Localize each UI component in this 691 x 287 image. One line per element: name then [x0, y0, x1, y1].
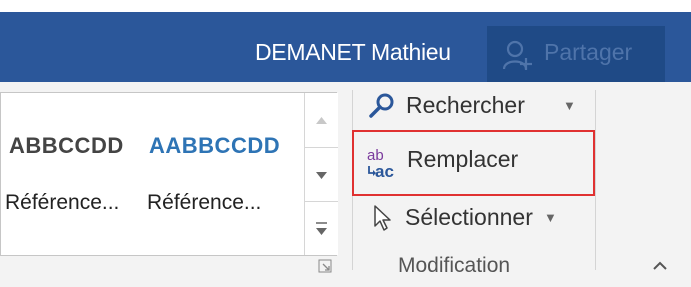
gallery-scrollbar — [304, 93, 338, 255]
triangle-down-icon — [316, 172, 327, 179]
gallery-more-button[interactable] — [305, 201, 338, 256]
styles-gallery: ABBCCDD Référence... AABBCCDD Référence.… — [0, 92, 338, 256]
find-button[interactable]: Rechercher ▼ — [368, 88, 590, 128]
find-label: Rechercher — [406, 92, 525, 118]
title-bar: DEMANET Mathieu Partager — [0, 0, 691, 83]
cursor-arrow-icon — [374, 205, 391, 231]
select-label: Sélectionner — [405, 204, 533, 230]
triangle-up-icon — [316, 117, 327, 124]
search-icon — [369, 93, 394, 118]
style-caption: Référence... — [5, 191, 120, 214]
group-divider — [595, 90, 596, 270]
select-button[interactable]: Sélectionner ▼ — [368, 200, 598, 240]
person-add-icon — [503, 40, 532, 70]
replace-icon: ab ac — [367, 147, 394, 180]
replace-button[interactable]: ab ac Remplacer — [352, 130, 595, 196]
more-dropdown-icon — [316, 222, 327, 235]
svg-text:ac: ac — [375, 162, 394, 180]
group-label: Modification — [398, 254, 511, 277]
share-label: Partager — [544, 39, 633, 65]
style-caption: Référence... — [147, 191, 262, 214]
style-preview: AABBCCDD — [149, 133, 281, 158]
style-preview: ABBCCDD — [9, 133, 124, 158]
account-name[interactable]: DEMANET Mathieu — [255, 39, 451, 66]
gallery-scroll-down-button[interactable] — [305, 147, 338, 202]
share-button[interactable]: Partager — [487, 26, 665, 83]
dialog-launcher-icon[interactable] — [318, 259, 332, 273]
chevron-down-icon[interactable]: ▼ — [563, 98, 576, 113]
chevron-up-icon[interactable] — [648, 255, 672, 275]
replace-label: Remplacer — [407, 146, 519, 172]
chevron-down-icon[interactable]: ▼ — [544, 210, 557, 225]
gallery-scroll-up-button[interactable] — [305, 93, 338, 147]
